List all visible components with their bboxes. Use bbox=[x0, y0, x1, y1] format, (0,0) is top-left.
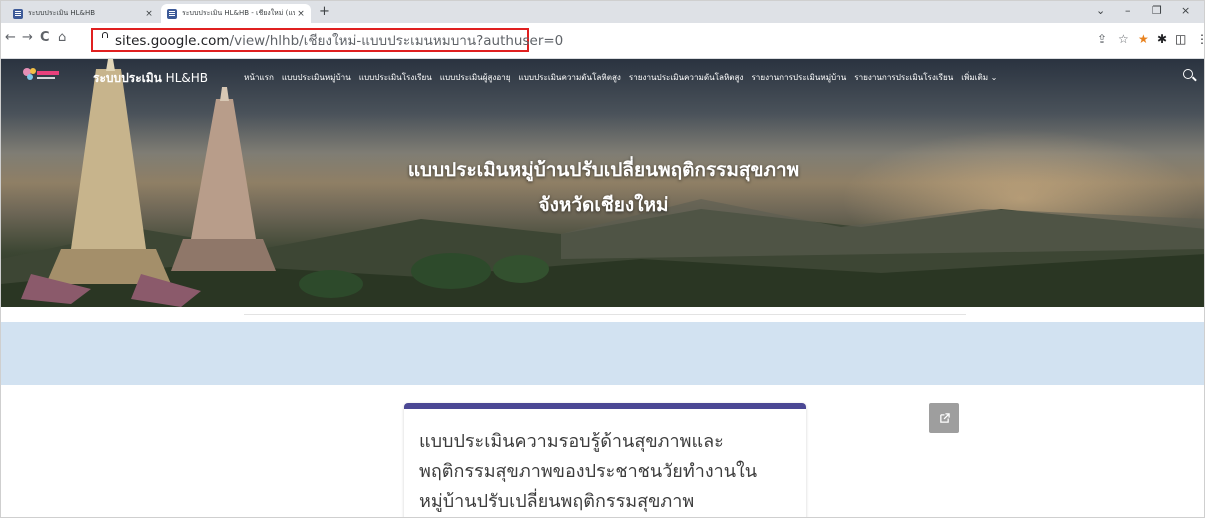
site-logo[interactable] bbox=[19, 66, 61, 84]
menu-item-village-report[interactable]: รายงานการประเมินหมู่บ้าน bbox=[751, 71, 846, 84]
maximize-button[interactable]: ❐ bbox=[1152, 4, 1162, 17]
menu-item-hypertension-report[interactable]: รายงานประเมินความดันโลหิตสูง bbox=[629, 71, 744, 84]
menu-item-village-assessment[interactable]: แบบประเมินหมู่บ้าน bbox=[282, 71, 351, 84]
url-path: /view/hlhb/เชียงใหม่-แบบประเมนหมบาน?auth… bbox=[229, 33, 564, 49]
site-favicon-icon bbox=[13, 8, 23, 19]
browser-toolbar: ← → C ⌂ sites.google.com/view/hlhb/เชียง… bbox=[1, 23, 1204, 59]
tab-strip: ระบบประเมิน HL&HB × ระบบประเมิน HL&HB - … bbox=[1, 1, 1204, 23]
tab-hlhb-home[interactable]: ระบบประเมิน HL&HB × bbox=[7, 4, 159, 23]
menu-item-hypertension-assessment[interactable]: แบบประเมินความดันโลหิตสูง bbox=[519, 71, 621, 84]
new-tab-button[interactable]: + bbox=[319, 4, 330, 19]
open-in-new-window-button[interactable] bbox=[929, 403, 959, 433]
extensions-puzzle-icon[interactable]: ✱ bbox=[1157, 32, 1167, 46]
home-button[interactable]: ⌂ bbox=[58, 30, 66, 45]
metamask-extension-icon[interactable]: ★ bbox=[1138, 32, 1149, 46]
site-search-icon[interactable] bbox=[1183, 69, 1193, 79]
hero-subtitle: จังหวัดเชียงใหม่ bbox=[538, 194, 669, 216]
reload-button[interactable]: C bbox=[40, 30, 50, 45]
url-text: sites.google.com/view/hlhb/เชียงใหม่-แบบ… bbox=[115, 29, 563, 51]
form-title-line: แบบประเมินความรอบรู้ด้านสุขภาพและ bbox=[419, 431, 724, 452]
side-panel-icon[interactable]: ◫ bbox=[1175, 32, 1186, 46]
menu-item-elderly-assessment[interactable]: แบบประเมินผู้สูงอายุ bbox=[440, 71, 511, 84]
close-window-button[interactable]: × bbox=[1181, 4, 1190, 17]
site-brand[interactable]: ระบบประเมิน HL&HB bbox=[93, 69, 208, 88]
share-icon[interactable]: ⇪ bbox=[1097, 32, 1107, 46]
address-bar[interactable]: sites.google.com/view/hlhb/เชียงใหม่-แบบ… bbox=[91, 28, 563, 52]
site-navbar: ระบบประเมิน HL&HB หน้าแรก แบบประเมินหมู่… bbox=[1, 59, 1204, 95]
tab-close-icon[interactable]: × bbox=[295, 9, 307, 19]
assessment-form-card: แบบประเมินความรอบรู้ด้านสุขภาพและ พฤติกร… bbox=[404, 403, 806, 517]
site-menu: หน้าแรก แบบประเมินหมู่บ้าน แบบประเมินโรง… bbox=[244, 71, 997, 84]
menu-item-home[interactable]: หน้าแรก bbox=[244, 71, 274, 84]
forward-button[interactable]: → bbox=[22, 30, 33, 45]
browser-window: ระบบประเมิน HL&HB × ระบบประเมิน HL&HB - … bbox=[0, 0, 1205, 518]
hero-title: แบบประเมินหมู่บ้านปรับเปลี่ยนพฤติกรรมสุข… bbox=[407, 159, 800, 181]
tab-search-icon[interactable]: ⌄ bbox=[1096, 4, 1105, 17]
divider bbox=[244, 314, 966, 315]
form-title: แบบประเมินความรอบรู้ด้านสุขภาพและ พฤติกร… bbox=[419, 427, 789, 517]
minimize-button[interactable]: – bbox=[1125, 4, 1131, 17]
url-host: sites.google.com bbox=[115, 33, 230, 49]
tab-hlhb-chiangmai[interactable]: ระบบประเมิน HL&HB - เชียงใหม่ (แบ... × bbox=[161, 4, 311, 23]
menu-item-school-assessment[interactable]: แบบประเมินโรงเรียน bbox=[359, 71, 432, 84]
back-button[interactable]: ← bbox=[5, 30, 16, 45]
external-link-icon bbox=[939, 412, 950, 423]
site-favicon-icon bbox=[167, 8, 177, 19]
tab-title: ระบบประเมิน HL&HB bbox=[28, 9, 96, 17]
brand-bold: ระบบประเมิน bbox=[93, 71, 162, 85]
tab-close-icon[interactable]: × bbox=[143, 9, 155, 19]
bookmark-star-icon[interactable]: ☆ bbox=[1118, 32, 1129, 46]
menu-item-school-report[interactable]: รายงานการประเมินโรงเรียน bbox=[854, 71, 953, 84]
color-band bbox=[1, 322, 1204, 385]
form-title-line: พฤติกรรมสุขภาพของประชาชนวัยทำงานใน bbox=[419, 461, 758, 482]
brand-light: HL&HB bbox=[161, 71, 208, 85]
hero-banner: ระบบประเมิน HL&HB หน้าแรก แบบประเมินหมู่… bbox=[1, 59, 1204, 307]
browser-menu-icon[interactable]: ⋮ bbox=[1196, 32, 1204, 46]
tab-title: ระบบประเมิน HL&HB - เชียงใหม่ (แบ... bbox=[182, 9, 295, 17]
menu-item-more[interactable]: เพิ่มเติม ⌄ bbox=[961, 71, 997, 84]
form-title-line: หมู่บ้านปรับเปลี่ยนพฤติกรรมสุขภาพ bbox=[419, 491, 695, 512]
